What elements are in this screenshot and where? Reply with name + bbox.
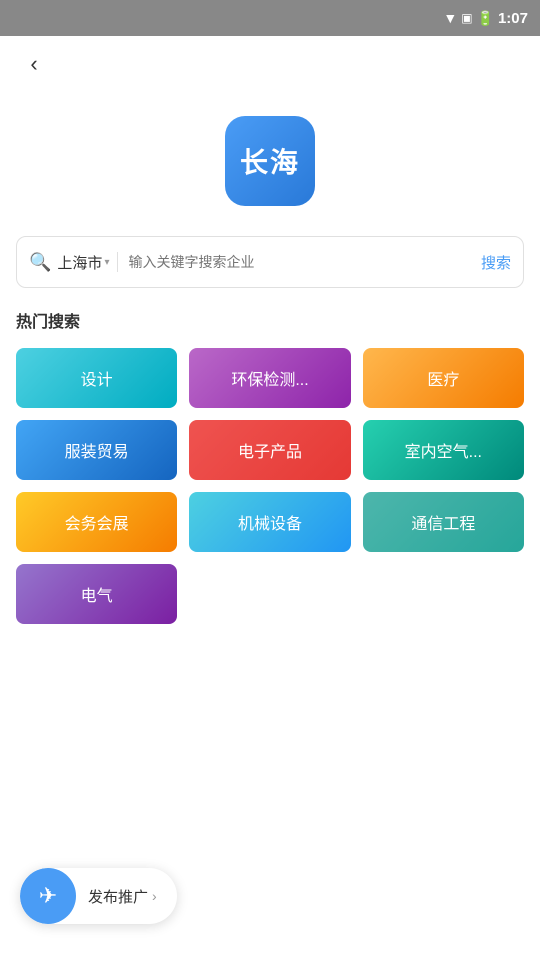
hot-search-tag[interactable]: 电子产品 [189,420,350,480]
status-bar: ▼ ▣ 🔋 1:07 [0,0,540,36]
search-bar[interactable]: 🔍 上海市 ▾ 搜索 [16,236,524,288]
fab-button[interactable]: ✈ [20,868,76,924]
top-bar: ‹ [0,36,540,92]
battery-icon: 🔋 [477,10,494,27]
city-label: 上海市 [57,252,102,273]
city-selector[interactable]: 上海市 ▾ [57,252,109,273]
search-input[interactable] [128,254,481,270]
signal-icon: ▣ [461,11,472,25]
search-button[interactable]: 搜索 [481,252,511,273]
hot-search-tag[interactable]: 设计 [16,348,177,408]
hot-search-tag[interactable]: 机械设备 [189,492,350,552]
tags-grid: 设计环保检测...医疗服装贸易电子产品室内空气... 会务会展机械设备通信工程电气 [16,348,524,624]
search-divider [117,252,118,272]
hot-search-tag[interactable]: 室内空气... [363,420,524,480]
status-time: 1:07 [498,10,528,27]
fab-send-icon: ✈ [39,883,57,909]
main-content: 长海 🔍 上海市 ▾ 搜索 热门搜索 设计环保检测...医疗服装贸易电子产品室内… [0,92,540,960]
fab-label: 发布推广 [88,886,148,907]
fab-arrow-icon: › [152,888,157,904]
hot-search-title: 热门搜索 [16,308,524,332]
hot-search-tag[interactable]: 服装贸易 [16,420,177,480]
fab-area: ✈ 发布推广 › [0,868,540,924]
app-icon-section: 长海 [0,92,540,226]
wifi-icon: ▼ [443,10,457,26]
hot-search-tag[interactable]: 电气 [16,564,177,624]
search-section: 🔍 上海市 ▾ 搜索 [0,226,540,308]
back-arrow-icon: ‹ [30,51,37,77]
hot-search-tag[interactable]: 会务会展 [16,492,177,552]
hot-search-tag[interactable]: 通信工程 [363,492,524,552]
hot-search-tag[interactable]: 环保检测... [189,348,350,408]
city-arrow-icon: ▾ [104,257,109,268]
back-button[interactable]: ‹ [16,46,52,82]
hot-search-tag[interactable]: 医疗 [363,348,524,408]
hot-search-section: 热门搜索 设计环保检测...医疗服装贸易电子产品室内空气... 会务会展机械设备通… [0,308,540,624]
search-icon: 🔍 [29,252,51,273]
fab-container[interactable]: ✈ 发布推广 › [20,868,177,924]
app-icon: 长海 [225,116,315,206]
status-icons: ▼ ▣ 🔋 1:07 [443,10,528,27]
app-icon-text: 长海 [240,141,300,181]
